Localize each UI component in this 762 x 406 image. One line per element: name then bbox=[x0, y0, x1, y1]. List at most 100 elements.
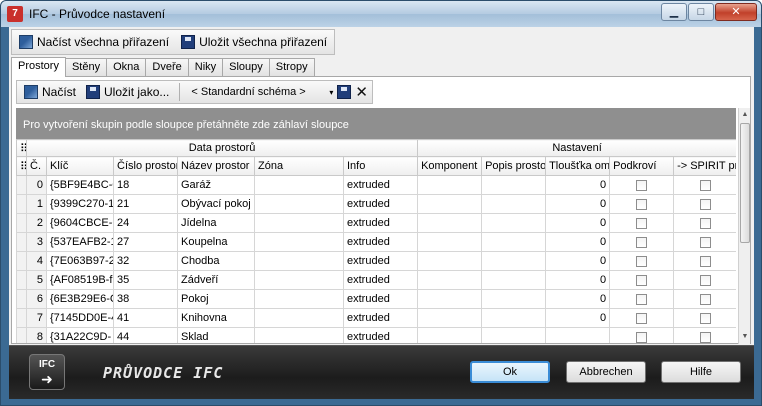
title-bar[interactable]: 7 IFC - Průvodce nastavení ▁ □ ✕ bbox=[1, 1, 761, 27]
col-thickness[interactable]: Tloušťka omí bbox=[545, 156, 611, 176]
cell-component[interactable] bbox=[417, 232, 483, 252]
cell-name[interactable]: Knihovna bbox=[177, 308, 255, 328]
cell-thickness[interactable]: 0 bbox=[545, 270, 611, 290]
cell-thickness[interactable]: 0 bbox=[545, 308, 611, 328]
col-spirit[interactable]: -> SPIRIT pr bbox=[673, 156, 736, 176]
cell-name[interactable]: Chodba bbox=[177, 251, 255, 271]
cell-key[interactable]: {9604CBCE-C bbox=[46, 213, 114, 233]
group-by-area[interactable]: Pro vytvoření skupin podle sloupce přetá… bbox=[16, 108, 736, 138]
cell-description[interactable] bbox=[481, 327, 547, 343]
cell-description[interactable] bbox=[481, 194, 547, 214]
cell-zone[interactable] bbox=[254, 289, 344, 309]
cell-info[interactable]: extruded bbox=[342, 327, 419, 343]
cell-thickness[interactable]: 0 bbox=[545, 289, 611, 309]
spirit-checkbox[interactable] bbox=[699, 293, 711, 305]
col-description[interactable]: Popis prosto bbox=[481, 156, 547, 176]
row-indicator[interactable] bbox=[16, 175, 27, 195]
spirit-checkbox[interactable] bbox=[699, 312, 711, 324]
cell-number[interactable]: 21 bbox=[113, 194, 178, 214]
attic-checkbox[interactable] bbox=[636, 198, 648, 210]
cell-info[interactable]: extruded bbox=[342, 289, 419, 309]
help-button[interactable]: Hilfe bbox=[661, 361, 741, 383]
spirit-checkbox[interactable] bbox=[699, 236, 711, 248]
delete-schema-icon[interactable]: ✕ bbox=[355, 83, 368, 101]
table-row[interactable]: 0 {5BF9E4BC-0 18 Garáž extruded 0 bbox=[16, 175, 736, 195]
close-button[interactable]: ✕ bbox=[715, 3, 757, 21]
tab-sloupy[interactable]: Sloupy bbox=[222, 58, 270, 76]
col-name[interactable]: Název prostor bbox=[177, 156, 255, 176]
cell-key[interactable]: {31A22C9D- bbox=[46, 327, 114, 343]
band-chooser-icon[interactable]: ⠿ bbox=[16, 139, 27, 157]
scroll-up-icon[interactable]: ▲ bbox=[739, 108, 751, 122]
tab-niky[interactable]: Niky bbox=[187, 58, 224, 76]
cell-key[interactable]: {9399C270-1 bbox=[46, 194, 114, 214]
cell-number[interactable]: 35 bbox=[113, 270, 178, 290]
cell-key[interactable]: {7E063B97-2 bbox=[46, 251, 114, 271]
cell-zone[interactable] bbox=[254, 327, 344, 343]
cell-component[interactable] bbox=[417, 270, 483, 290]
vertical-scrollbar[interactable]: ▲ ▼ bbox=[738, 108, 750, 344]
cell-thickness[interactable]: 0 bbox=[545, 213, 611, 233]
cell-zone[interactable] bbox=[254, 308, 344, 328]
cell-number[interactable]: 32 bbox=[113, 251, 178, 271]
row-indicator[interactable] bbox=[16, 270, 27, 290]
save-all-button[interactable]: Uložit všechna přiřazení bbox=[178, 33, 330, 51]
col-zone[interactable]: Zóna bbox=[254, 156, 344, 176]
spirit-checkbox[interactable] bbox=[699, 179, 711, 191]
cell-description[interactable] bbox=[481, 251, 547, 271]
attic-checkbox[interactable] bbox=[636, 217, 648, 229]
cell-name[interactable]: Sklad bbox=[177, 327, 255, 343]
cell-thickness[interactable]: 0 bbox=[545, 251, 611, 271]
table-row[interactable]: 3 {537EAFB2-1 27 Koupelna extruded 0 bbox=[16, 232, 736, 252]
table-row[interactable]: 4 {7E063B97-2 32 Chodba extruded 0 bbox=[16, 251, 736, 271]
row-indicator[interactable] bbox=[16, 232, 27, 252]
cell-component[interactable] bbox=[417, 213, 483, 233]
cell-zone[interactable] bbox=[254, 213, 344, 233]
spirit-checkbox[interactable] bbox=[699, 274, 711, 286]
cell-info[interactable]: extruded bbox=[342, 270, 419, 290]
row-indicator[interactable] bbox=[16, 213, 27, 233]
band-settings[interactable]: Nastavení bbox=[417, 139, 736, 157]
load-all-button[interactable]: Načíst všechna přiřazení bbox=[16, 33, 172, 51]
spirit-checkbox[interactable] bbox=[699, 331, 711, 343]
ok-button[interactable]: Ok bbox=[470, 361, 550, 383]
cell-number[interactable]: 18 bbox=[113, 175, 178, 195]
row-indicator[interactable] bbox=[16, 194, 27, 214]
row-indicator[interactable] bbox=[16, 251, 27, 271]
cell-description[interactable] bbox=[481, 232, 547, 252]
minimize-button[interactable]: ▁ bbox=[661, 3, 687, 21]
row-indicator[interactable] bbox=[16, 308, 27, 328]
cell-number[interactable]: 38 bbox=[113, 289, 178, 309]
load-button[interactable]: Načíst bbox=[21, 83, 79, 101]
cell-description[interactable] bbox=[481, 270, 547, 290]
col-no[interactable]: Č. bbox=[26, 156, 47, 176]
cell-thickness[interactable]: 0 bbox=[545, 232, 611, 252]
cell-info[interactable]: extruded bbox=[342, 194, 419, 214]
schema-select[interactable]: < Standardní schéma > ▾ bbox=[187, 84, 333, 101]
table-row[interactable]: 8 {31A22C9D- 44 Sklad extruded bbox=[16, 327, 736, 343]
cell-number[interactable]: 24 bbox=[113, 213, 178, 233]
cell-number[interactable]: 41 bbox=[113, 308, 178, 328]
col-number[interactable]: Číslo prostor bbox=[113, 156, 178, 176]
tab-stropy[interactable]: Stropy bbox=[268, 58, 315, 76]
row-indicator[interactable] bbox=[16, 289, 27, 309]
tab-prostory[interactable]: Prostory bbox=[11, 57, 66, 77]
col-component[interactable]: Komponent bbox=[417, 156, 483, 176]
cell-thickness[interactable] bbox=[545, 327, 611, 343]
scroll-thumb[interactable] bbox=[740, 123, 750, 243]
cell-key[interactable]: {5BF9E4BC-0 bbox=[46, 175, 114, 195]
maximize-button[interactable]: □ bbox=[688, 3, 714, 21]
cell-zone[interactable] bbox=[254, 175, 344, 195]
attic-checkbox[interactable] bbox=[636, 293, 648, 305]
cell-component[interactable] bbox=[417, 327, 483, 343]
cell-thickness[interactable]: 0 bbox=[545, 194, 611, 214]
table-row[interactable]: 6 {6E3B29E6-C 38 Pokoj extruded 0 bbox=[16, 289, 736, 309]
cell-name[interactable]: Garáž bbox=[177, 175, 255, 195]
attic-checkbox[interactable] bbox=[636, 312, 648, 324]
cell-key[interactable]: {6E3B29E6-C bbox=[46, 289, 114, 309]
cell-number[interactable]: 44 bbox=[113, 327, 178, 343]
cell-zone[interactable] bbox=[254, 251, 344, 271]
cell-thickness[interactable]: 0 bbox=[545, 175, 611, 195]
spirit-checkbox[interactable] bbox=[699, 255, 711, 267]
row-indicator[interactable] bbox=[16, 327, 27, 343]
